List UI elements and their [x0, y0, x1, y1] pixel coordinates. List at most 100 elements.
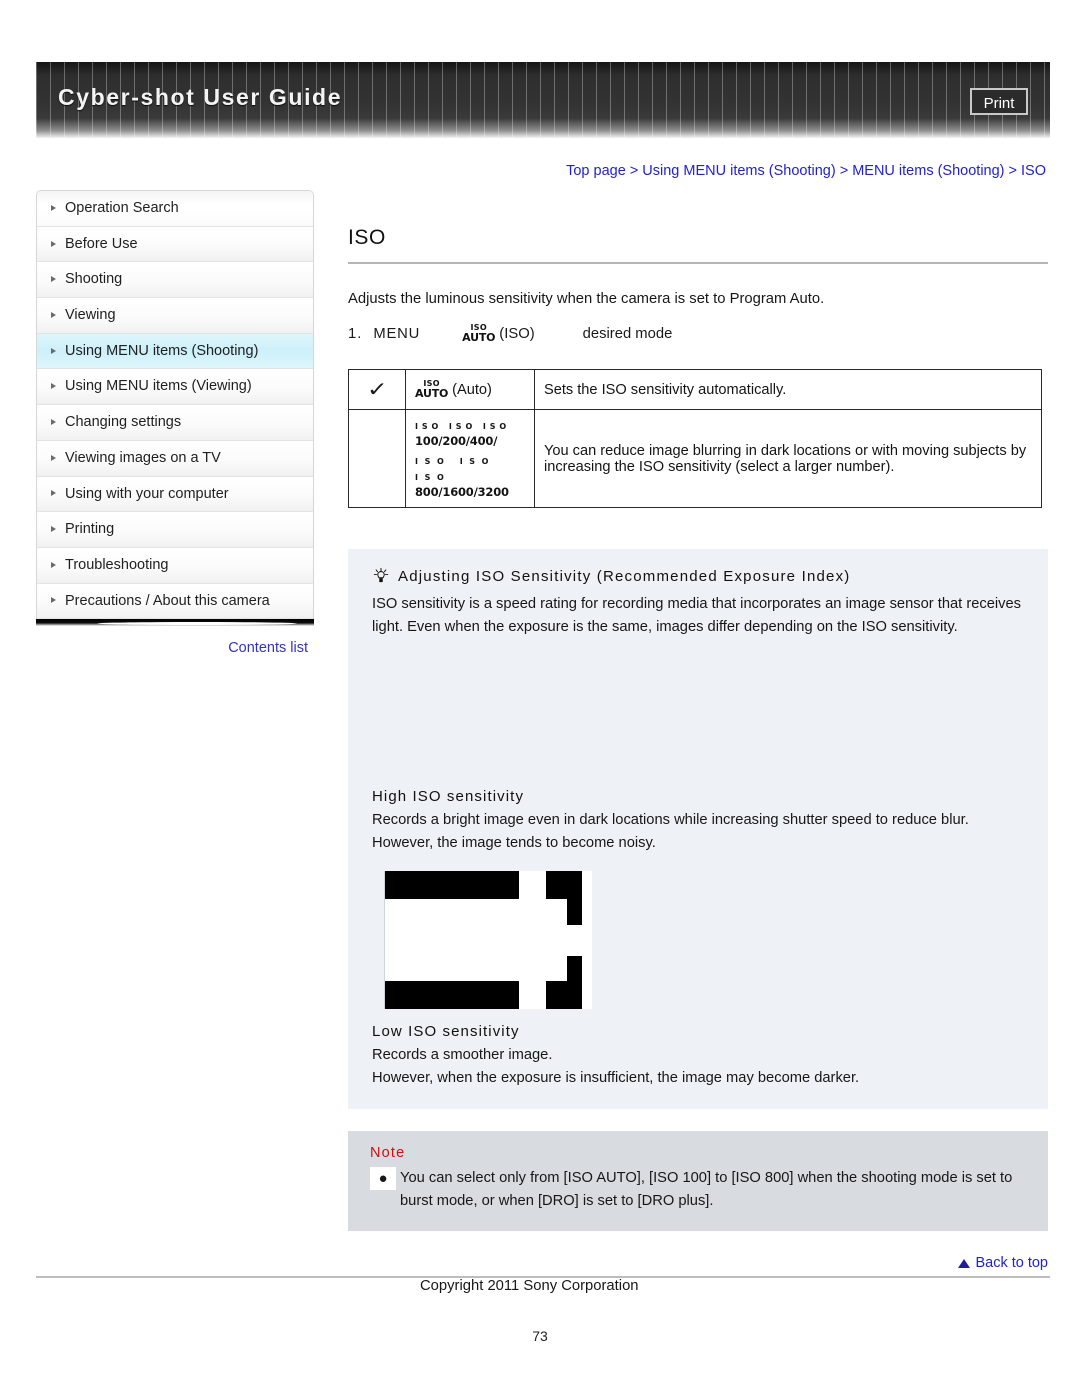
chevron-right-icon — [51, 311, 56, 318]
sidebar-item-label: Before Use — [65, 235, 138, 252]
sidebar-item-label: Using MENU items (Viewing) — [65, 378, 252, 395]
iso-values-line2-small: ISO ISO ISO — [415, 457, 496, 482]
placeholder-block — [546, 871, 582, 899]
iso-icon-bottom-label: AUTO — [462, 331, 496, 344]
sidebar-item-using-with-your-computer[interactable]: Using with your computer — [37, 476, 313, 513]
sidebar-item-precautions-about-this-camera[interactable]: Precautions / About this camera — [37, 583, 313, 620]
placeholder-block — [567, 899, 582, 925]
tip-title-row: Adjusting ISO Sensitivity (Recommended E… — [372, 567, 1024, 585]
table-row: ISO ISO ISO 100/200/400/ ISO ISO ISO 800… — [348, 409, 1042, 508]
high-iso-body: Records a bright image even in dark loca… — [372, 812, 969, 851]
sidebar-item-label: Precautions / About this camera — [65, 592, 270, 609]
iso-auto-icon: ISO AUTO — [415, 380, 448, 399]
note-text: You can select only from [ISO AUTO], [IS… — [400, 1170, 1013, 1209]
iso-values-line2-big: 800/1600/3200 — [415, 485, 509, 499]
app-header: Cyber-shot User Guide Print — [36, 62, 1050, 138]
tip-box: Adjusting ISO Sensitivity (Recommended E… — [348, 549, 1048, 1109]
sidebar: Operation Search Before Use Shooting Vie… — [36, 190, 314, 656]
step-number: 1. — [348, 325, 363, 342]
iso-values-cell: ISO ISO ISO 100/200/400/ ISO ISO ISO 800… — [405, 409, 535, 508]
chevron-right-icon — [51, 597, 56, 604]
back-to-top-label: Back to top — [975, 1255, 1048, 1271]
chevron-right-icon — [51, 561, 56, 568]
step-target-label: desired mode — [582, 325, 673, 342]
sidebar-item-troubleshooting[interactable]: Troubleshooting — [37, 547, 313, 584]
iso-values-line1-big: 100/200/400/ — [415, 434, 498, 448]
sidebar-item-changing-settings[interactable]: Changing settings — [37, 405, 313, 441]
sidebar-item-label: Operation Search — [65, 200, 179, 216]
iso-auto-caption: (Auto) — [452, 381, 492, 398]
chevron-right-icon — [51, 490, 56, 497]
sidebar-item-label: Changing settings — [65, 414, 182, 431]
placeholder-block — [546, 981, 582, 1009]
step-menu-label: MENU — [373, 325, 421, 342]
chevron-right-icon — [51, 240, 56, 247]
sidebar-item-label: Troubleshooting — [65, 556, 169, 573]
step-1: 1. MENU ISO AUTO (ISO) desired mode — [348, 324, 1048, 343]
checkmark-icon: ✓ — [366, 379, 388, 401]
page-number: 73 — [532, 1328, 548, 1344]
copyright-text: Copyright 2011 Sony Corporation — [420, 1278, 639, 1294]
placeholder-block — [567, 956, 582, 982]
sidebar-bottom-shadow — [36, 619, 314, 627]
table-row: ✓ ISO AUTO (Auto) Sets the ISO sensitivi… — [348, 369, 1042, 410]
sidebar-item-printing[interactable]: Printing — [37, 512, 313, 548]
low-iso-line1: Records a smoother image. — [372, 1047, 553, 1063]
note-title: Note — [370, 1145, 406, 1161]
sidebar-item-label: Using with your computer — [65, 485, 229, 502]
chevron-right-icon — [51, 454, 56, 461]
iso-auto-description-cell: Sets the ISO sensitivity automatically. — [534, 369, 1042, 410]
sidebar-nav-list: Operation Search Before Use Shooting Vie… — [36, 190, 314, 620]
iso-values-icon: ISO ISO ISO 100/200/400/ ISO ISO ISO 800… — [415, 416, 525, 500]
default-check-cell-empty — [348, 409, 406, 508]
sidebar-item-label: Viewing — [65, 307, 116, 324]
chevron-right-icon — [51, 383, 56, 390]
iso-auto-option-cell: ISO AUTO (Auto) — [405, 369, 535, 410]
chevron-right-icon — [51, 347, 56, 354]
bullet-icon: ● — [370, 1167, 396, 1190]
note-list-item: ● You can select only from [ISO AUTO], [… — [370, 1167, 1026, 1213]
title-divider — [348, 262, 1048, 264]
sidebar-item-label: Viewing images on a TV — [65, 449, 221, 466]
lightbulb-icon — [372, 567, 390, 585]
sidebar-item-using-menu-items-viewing[interactable]: Using MENU items (Viewing) — [37, 369, 313, 406]
sidebar-item-viewing-images-on-a-tv[interactable]: Viewing images on a TV — [37, 440, 313, 477]
sidebar-item-operation-search[interactable]: Operation Search — [37, 191, 313, 227]
sidebar-item-label: Printing — [65, 521, 115, 538]
chevron-right-icon — [51, 526, 56, 533]
tip-title: Adjusting ISO Sensitivity (Recommended E… — [398, 567, 851, 585]
high-iso-title: High ISO sensitivity — [372, 788, 525, 805]
low-iso-line2: However, when the exposure is insufficie… — [372, 1069, 860, 1086]
sidebar-item-label: Using MENU items (Shooting) — [65, 342, 259, 359]
page-title: ISO — [348, 226, 386, 249]
placeholder-block — [385, 981, 519, 1009]
app-title: Cyber-shot User Guide — [58, 84, 343, 110]
iso-values-description-cell: You can reduce image blurring in dark lo… — [534, 409, 1042, 508]
print-button[interactable]: Print — [970, 88, 1028, 115]
note-box: Note ● You can select only from [ISO AUT… — [348, 1131, 1048, 1231]
step-iso-caption: (ISO) — [499, 325, 535, 342]
iso-icon-bottom-label: AUTO — [415, 387, 449, 400]
main-content: ISO Adjusts the luminous sensitivity whe… — [348, 190, 1048, 1231]
iso-options-table: ✓ ISO AUTO (Auto) Sets the ISO sensitivi… — [348, 369, 1042, 508]
sidebar-item-before-use[interactable]: Before Use — [37, 226, 313, 263]
triangle-up-icon — [958, 1259, 971, 1268]
default-check-cell: ✓ — [348, 369, 406, 410]
sidebar-item-using-menu-items-shooting[interactable]: Using MENU items (Shooting) — [37, 333, 313, 370]
sidebar-item-label: Shooting — [65, 271, 123, 288]
chevron-right-icon — [51, 418, 56, 425]
low-iso-title: Low ISO sensitivity — [372, 1023, 520, 1040]
chevron-right-icon — [51, 204, 56, 211]
iso-auto-icon: ISO AUTO — [462, 324, 495, 343]
breadcrumb[interactable]: Top page > Using MENU items (Shooting) >… — [566, 163, 1046, 179]
back-to-top-link[interactable]: Back to top — [958, 1255, 1048, 1271]
iso-values-line1-small: ISO ISO ISO — [415, 422, 511, 431]
tip-spacer — [372, 638, 1024, 788]
sidebar-item-viewing[interactable]: Viewing — [37, 298, 313, 334]
contents-list-link[interactable]: Contents list — [36, 640, 314, 656]
chevron-right-icon — [51, 276, 56, 283]
intro-paragraph: Adjusts the luminous sensitivity when th… — [348, 291, 825, 307]
placeholder-block — [385, 871, 519, 899]
sidebar-item-shooting[interactable]: Shooting — [37, 262, 313, 299]
sample-image-placeholder — [384, 871, 592, 1009]
